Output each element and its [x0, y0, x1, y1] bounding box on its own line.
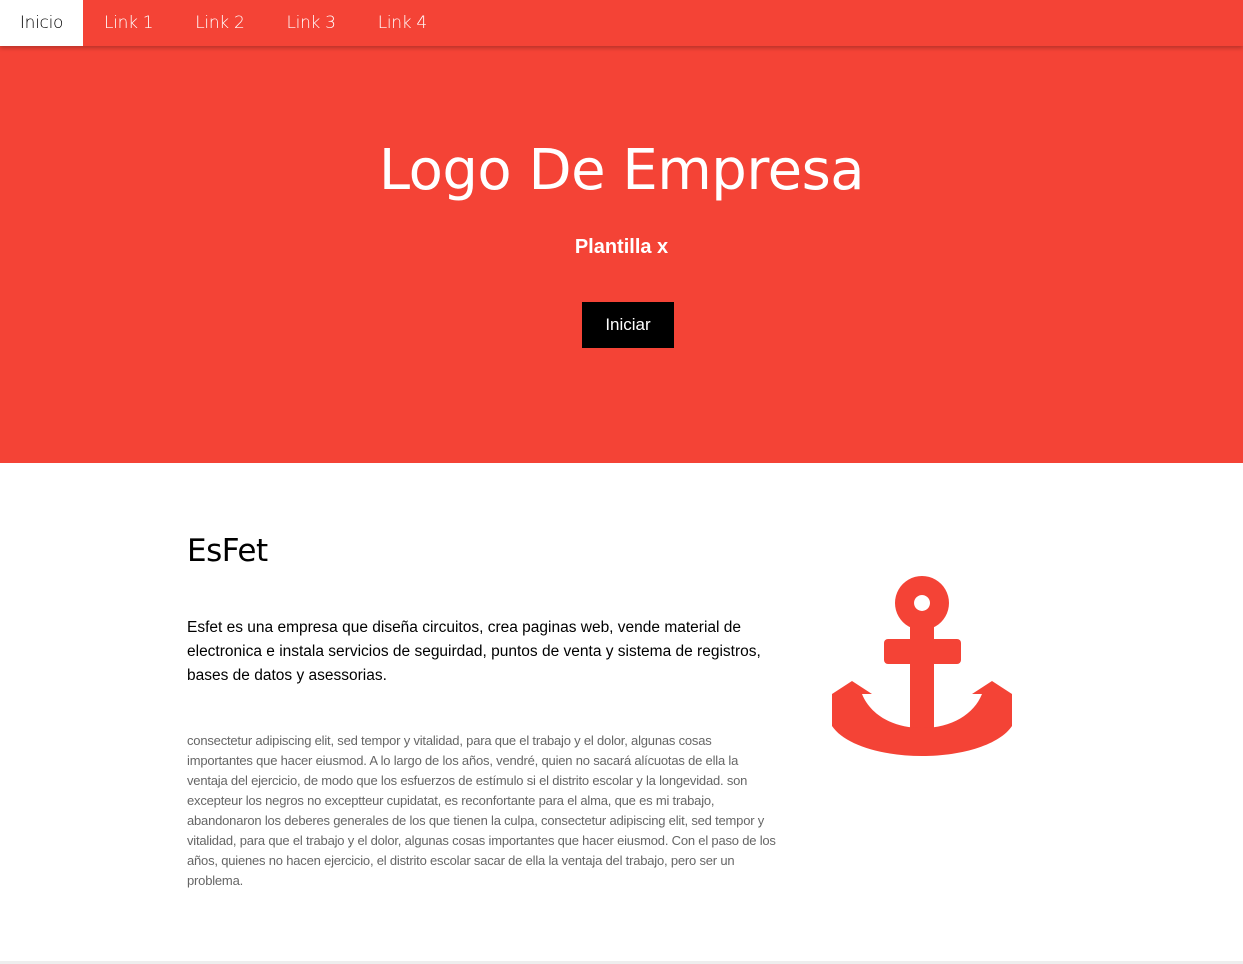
nav-link-3[interactable]: Link 3 [265, 0, 356, 46]
hero-title: Logo De Empresa [378, 138, 865, 203]
anchor-icon [832, 576, 1012, 756]
hero-subtitle: Plantilla x [574, 236, 669, 258]
section-title: EsFet [187, 533, 268, 569]
section-body-text: consectetur adipiscing elit, sed tempor … [187, 733, 776, 888]
nav-link-2[interactable]: Link 2 [174, 0, 265, 46]
nav-link-4[interactable]: Link 4 [357, 0, 448, 46]
start-button[interactable]: Iniciar [582, 302, 674, 348]
hero-banner: Logo De Empresa Plantilla x Iniciar [0, 46, 1243, 463]
nav-link-inicio[interactable]: Inicio [0, 0, 83, 46]
about-section: EsFet Esfet es una empresa que diseña ci… [0, 463, 1243, 961]
top-navbar: Inicio Link 1 Link 2 Link 3 Link 4 [0, 0, 1243, 46]
section-lead-text: Esfet es una empresa que diseña circuito… [187, 619, 761, 684]
nav-link-1[interactable]: Link 1 [83, 0, 174, 46]
